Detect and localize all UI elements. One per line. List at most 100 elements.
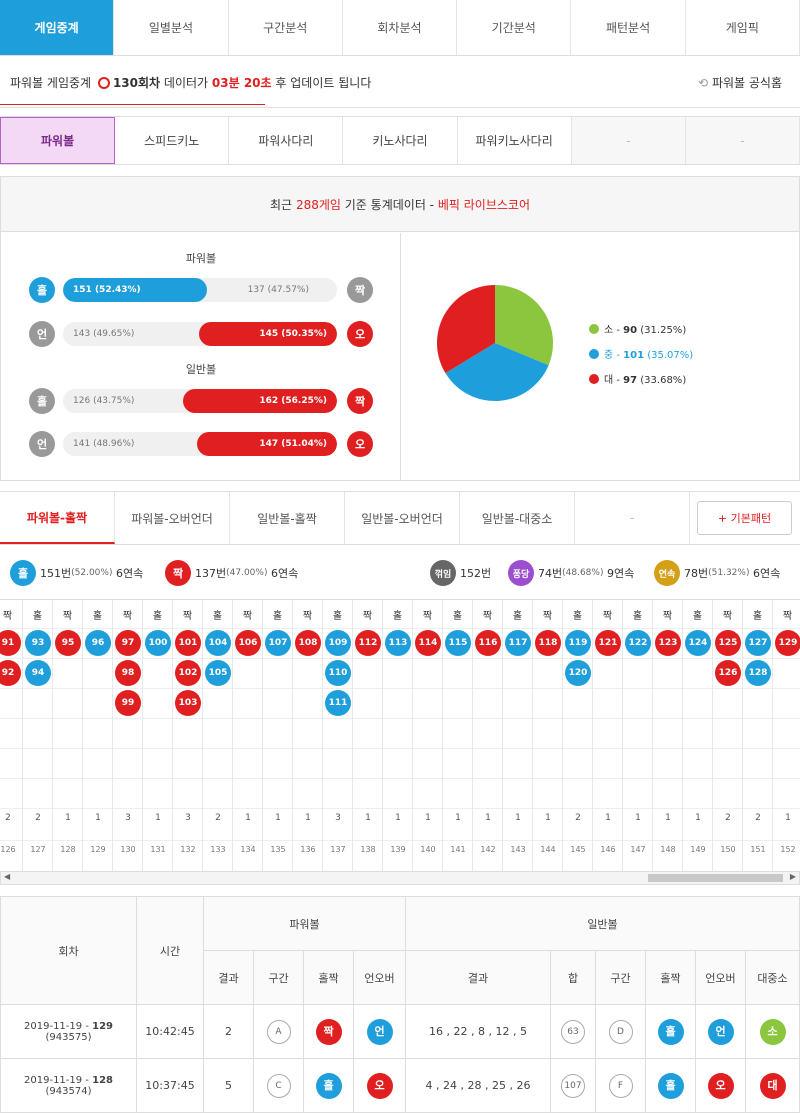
pattern-grid: 짝 91 92 2 126 홀 93 94 2 127 짝 95 1 128 홀 96 1 129 짝 97 98 99 3… [0, 599, 800, 871]
round-number: 147 [630, 845, 646, 854]
official-home-link[interactable]: ⟲ 파워볼 공식홈 [698, 74, 782, 91]
game-tabs: 파워볼 스피드키노 파워사다리 키노사다리 파워키노사다리 - - [0, 116, 800, 165]
size-pie-chart [437, 285, 553, 401]
row-pb-result: 2 [203, 1004, 254, 1059]
game-tab-powerball[interactable]: 파워볼 [0, 117, 116, 164]
countdown: 03분 20초 [211, 76, 272, 90]
odd-icon: 홀 [29, 277, 55, 303]
over-icon: 오 [347, 431, 373, 457]
tab-daily-analysis[interactable]: 일별분석 [114, 0, 229, 55]
table-row: 2019-11-19 - 129 (943575) 10:42:45 2 A 짝 … [0, 1004, 800, 1059]
pattern-column: 짝 108 1 136 [293, 600, 323, 871]
pb-odd-fill: 151 (52.43%) [63, 278, 207, 302]
col-powerball: 파워볼 [203, 896, 406, 951]
game-tab-powerladder[interactable]: 파워사다리 [229, 117, 344, 164]
pattern-column: 짝 106 1 134 [233, 600, 263, 871]
streak-count: 2 [35, 813, 41, 823]
game-tab-kenoladder[interactable]: 키노사다리 [343, 117, 458, 164]
streak-count: 2 [725, 813, 731, 823]
streak-count: 1 [695, 813, 701, 823]
progress-bar [0, 104, 265, 105]
consecutive-icon: 연속 [654, 560, 680, 586]
tab-round-analysis[interactable]: 회차분석 [342, 0, 458, 55]
tab-section-analysis[interactable]: 구간분석 [228, 0, 343, 55]
heading-count: 288게임 [295, 197, 341, 212]
nb-odd-label: 126 (43.75%) [73, 396, 135, 406]
game-tab-speedkeno[interactable]: 스피드키노 [115, 117, 230, 164]
game-tab-empty-2: - [685, 117, 800, 164]
round-number: 139 [390, 845, 406, 854]
round-number: 152 [780, 845, 796, 854]
col-round: 회차 [0, 896, 137, 1005]
horizontal-scrollbar[interactable]: ◀ ▶ [0, 871, 800, 885]
column-header: 짝 [782, 610, 793, 622]
round-number: 142 [480, 845, 496, 854]
pattern-tab-pb-oddeven[interactable]: 파워볼-홀짝 [0, 492, 115, 544]
streak-count: 3 [335, 813, 341, 823]
round-number: 133 [210, 845, 226, 854]
column-header: 홀 [512, 610, 523, 622]
column-header: 홀 [152, 610, 163, 622]
odd-ball: 128 [745, 660, 771, 686]
basic-pattern-button[interactable]: + 기본패턴 [697, 501, 792, 535]
round-number: 132 [180, 845, 196, 854]
streak-count: 3 [125, 813, 131, 823]
tab-pattern-analysis[interactable]: 패턴분석 [571, 0, 686, 55]
pong-icon: 퐁당 [508, 560, 534, 586]
round-number: 141 [450, 845, 466, 854]
pb-under-label: 143 (49.65%) [73, 329, 135, 339]
pattern-tab-pb-overunder[interactable]: 파워볼-오버언더 [115, 492, 230, 544]
nb-over-fill: 147 (51.04%) [197, 432, 337, 456]
heading-pre: 최근 [270, 197, 293, 212]
streak-count: 3 [185, 813, 191, 823]
column-header: 홀 [272, 610, 283, 622]
pb-over-fill: 145 (50.35%) [199, 322, 337, 346]
pattern-column: 짝 112 1 138 [353, 600, 383, 871]
column-header: 홀 [332, 610, 343, 622]
results-table: 회차 시간 파워볼 일반볼 결과 구간 홀짝 언오버 결과 합 구간 홀짝 언오… [0, 896, 800, 1113]
even-ball: 126 [715, 660, 741, 686]
over-badge: 오 [707, 1072, 734, 1099]
round-number: 127 [30, 845, 46, 854]
even-ball: 92 [0, 660, 21, 686]
large-badge: 대 [759, 1072, 786, 1099]
normalball-title: 일반볼 [185, 363, 217, 376]
scroll-right-icon[interactable]: ▶ [790, 872, 796, 881]
streak-count: 1 [545, 813, 551, 823]
round-number: 148 [660, 845, 676, 854]
row-time: 10:37:45 [136, 1058, 204, 1113]
round-number: 151 [750, 845, 766, 854]
row-nb-result: 16 , 22 , 8 , 12 , 5 [405, 1004, 551, 1059]
sub-nb-sum: 합 [550, 950, 596, 1005]
pattern-column: 홀 93 94 2 127 [23, 600, 53, 871]
column-header: 짝 [2, 610, 13, 622]
streak-count: 1 [395, 813, 401, 823]
sub-nb-result: 결과 [405, 950, 551, 1005]
pattern-tab-nb-overunder[interactable]: 일반볼-오버언더 [345, 492, 460, 544]
sub-pb-section: 구간 [253, 950, 304, 1005]
odd-ball: 105 [205, 660, 231, 686]
streak-count: 1 [605, 813, 611, 823]
over-badge: 오 [366, 1072, 393, 1099]
tab-period-analysis[interactable]: 기간분석 [457, 0, 572, 55]
even-icon: 짝 [347, 277, 373, 303]
tab-game-broadcast[interactable]: 게임중계 [0, 0, 115, 55]
pattern-tab-nb-size[interactable]: 일반볼-대중소 [460, 492, 575, 544]
column-header: 홀 [452, 610, 463, 622]
clock-icon [97, 77, 110, 89]
pattern-tab-nb-oddeven[interactable]: 일반볼-홀짝 [230, 492, 345, 544]
legend-small: 소 - 90 (31.25%) [589, 318, 693, 343]
tab-game-pick[interactable]: 게임픽 [685, 0, 800, 55]
even-ball: 95 [55, 630, 81, 656]
even-ball: 125 [715, 630, 741, 656]
even-icon: 짝 [347, 388, 373, 414]
scroll-left-icon[interactable]: ◀ [4, 872, 10, 881]
round-number: 135 [270, 845, 286, 854]
pattern-column: 짝 118 1 144 [533, 600, 563, 871]
section-badge: D [608, 1019, 633, 1044]
table-row: 2019-11-19 - 128 (943574) 10:37:45 5 C 홀 … [0, 1058, 800, 1113]
scroll-thumb[interactable] [648, 874, 783, 882]
odd-ball: 109 [325, 630, 351, 656]
game-tab-powerkenoladder[interactable]: 파워키노사다리 [458, 117, 572, 164]
streak-count: 1 [275, 813, 281, 823]
